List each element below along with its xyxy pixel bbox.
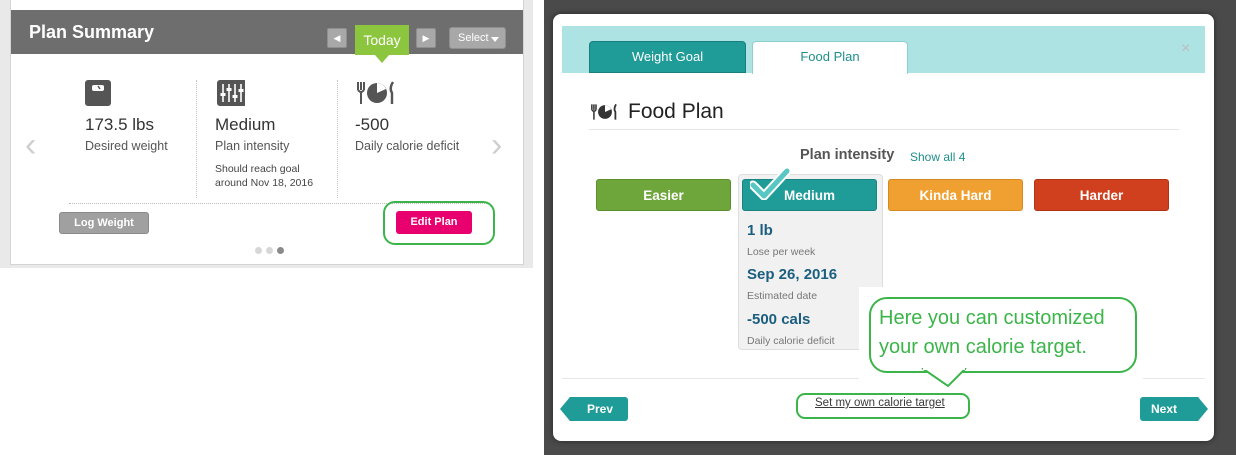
estimated-date-value: Sep 26, 2016 xyxy=(747,266,838,283)
callout-line: your own calorie target. xyxy=(879,336,1087,358)
callout-line: Here you can customized xyxy=(879,307,1105,329)
plan-summary-panel: Plan Summary ◀ Today ▶ Select ‹ › 173.5 … xyxy=(0,0,533,268)
close-icon[interactable]: × xyxy=(1181,40,1190,58)
stat-calorie-deficit: -500 Daily calorie deficit xyxy=(355,80,495,153)
log-weight-button[interactable]: Log Weight xyxy=(59,212,149,234)
stat-value: 173.5 lbs xyxy=(85,115,154,134)
annotation-callout-text: Here you can customized your own calorie… xyxy=(879,304,1135,362)
scale-icon xyxy=(85,80,111,106)
plan-intensity-label: Plan intensity xyxy=(800,147,895,163)
modal-tab-bar: Weight Goal Food Plan × xyxy=(562,26,1205,74)
show-all-link[interactable]: Show all 4 xyxy=(910,150,965,164)
stat-divider xyxy=(196,80,197,198)
stat-label: Daily calorie deficit xyxy=(355,139,460,153)
plan-summary-title: Plan Summary xyxy=(29,22,155,42)
carousel-dot-active[interactable] xyxy=(277,247,284,254)
stat-desired-weight: 173.5 lbs Desired weight xyxy=(85,80,225,153)
tab-food-plan[interactable]: Food Plan xyxy=(752,41,908,74)
stat-value: Medium xyxy=(215,115,276,134)
previous-day-button[interactable]: ◀ xyxy=(327,28,347,48)
food-plate-icon xyxy=(357,81,395,104)
deficit-label: Daily calorie deficit xyxy=(747,335,835,347)
triangle-right-icon: ▶ xyxy=(422,33,430,43)
deficit-value: -500 cals xyxy=(747,311,811,328)
goal-note-line: Should reach goal xyxy=(215,163,300,175)
food-plate-icon xyxy=(591,103,617,120)
set-own-calorie-target-link[interactable]: Set my own calorie target xyxy=(815,397,945,409)
stat-value: -500 xyxy=(355,115,390,134)
intensity-easier-button[interactable]: Easier xyxy=(596,179,731,211)
checkmark-icon xyxy=(750,168,790,200)
rate-value: 1 lb xyxy=(747,222,773,239)
stat-divider xyxy=(337,80,338,198)
next-day-button[interactable]: ▶ xyxy=(416,28,436,48)
stat-label: Desired weight xyxy=(85,139,168,153)
stat-plan-intensity: Medium Plan intensity Should reach goal … xyxy=(215,80,355,190)
today-tab[interactable]: Today xyxy=(355,25,409,63)
title-divider xyxy=(589,129,1179,130)
plan-summary-header: Plan Summary ◀ Today ▶ Select xyxy=(11,10,523,63)
intensity-kinda-hard-button[interactable]: Kinda Hard xyxy=(888,179,1023,211)
carousel-dot[interactable] xyxy=(255,247,262,254)
sliders-icon xyxy=(217,80,245,106)
chevron-down-icon xyxy=(491,37,499,42)
tab-weight-goal[interactable]: Weight Goal xyxy=(589,41,746,73)
callout-tail xyxy=(921,368,967,388)
carousel-dot[interactable] xyxy=(266,247,273,254)
stat-label: Plan intensity xyxy=(215,139,290,153)
edit-plan-button[interactable]: Edit Plan xyxy=(396,211,472,234)
select-dropdown[interactable]: Select xyxy=(449,27,506,49)
intensity-harder-button[interactable]: Harder xyxy=(1034,179,1169,211)
goal-date-note: Should reach goal around Nov 18, 2016 xyxy=(215,162,355,190)
prev-button[interactable]: Prev xyxy=(560,397,628,421)
goal-note-line: around Nov 18, 2016 xyxy=(215,177,314,189)
carousel-prev-icon[interactable]: ‹ xyxy=(25,128,45,162)
triangle-left-icon: ◀ xyxy=(333,33,341,43)
rate-label: Lose per week xyxy=(747,246,816,258)
select-label: Select xyxy=(458,32,489,44)
plan-summary-card: Plan Summary ◀ Today ▶ Select ‹ › 173.5 … xyxy=(10,0,524,265)
section-title: Food Plan xyxy=(628,100,724,123)
next-button[interactable]: Next xyxy=(1140,397,1208,421)
estimated-date-label: Estimated date xyxy=(747,290,818,302)
